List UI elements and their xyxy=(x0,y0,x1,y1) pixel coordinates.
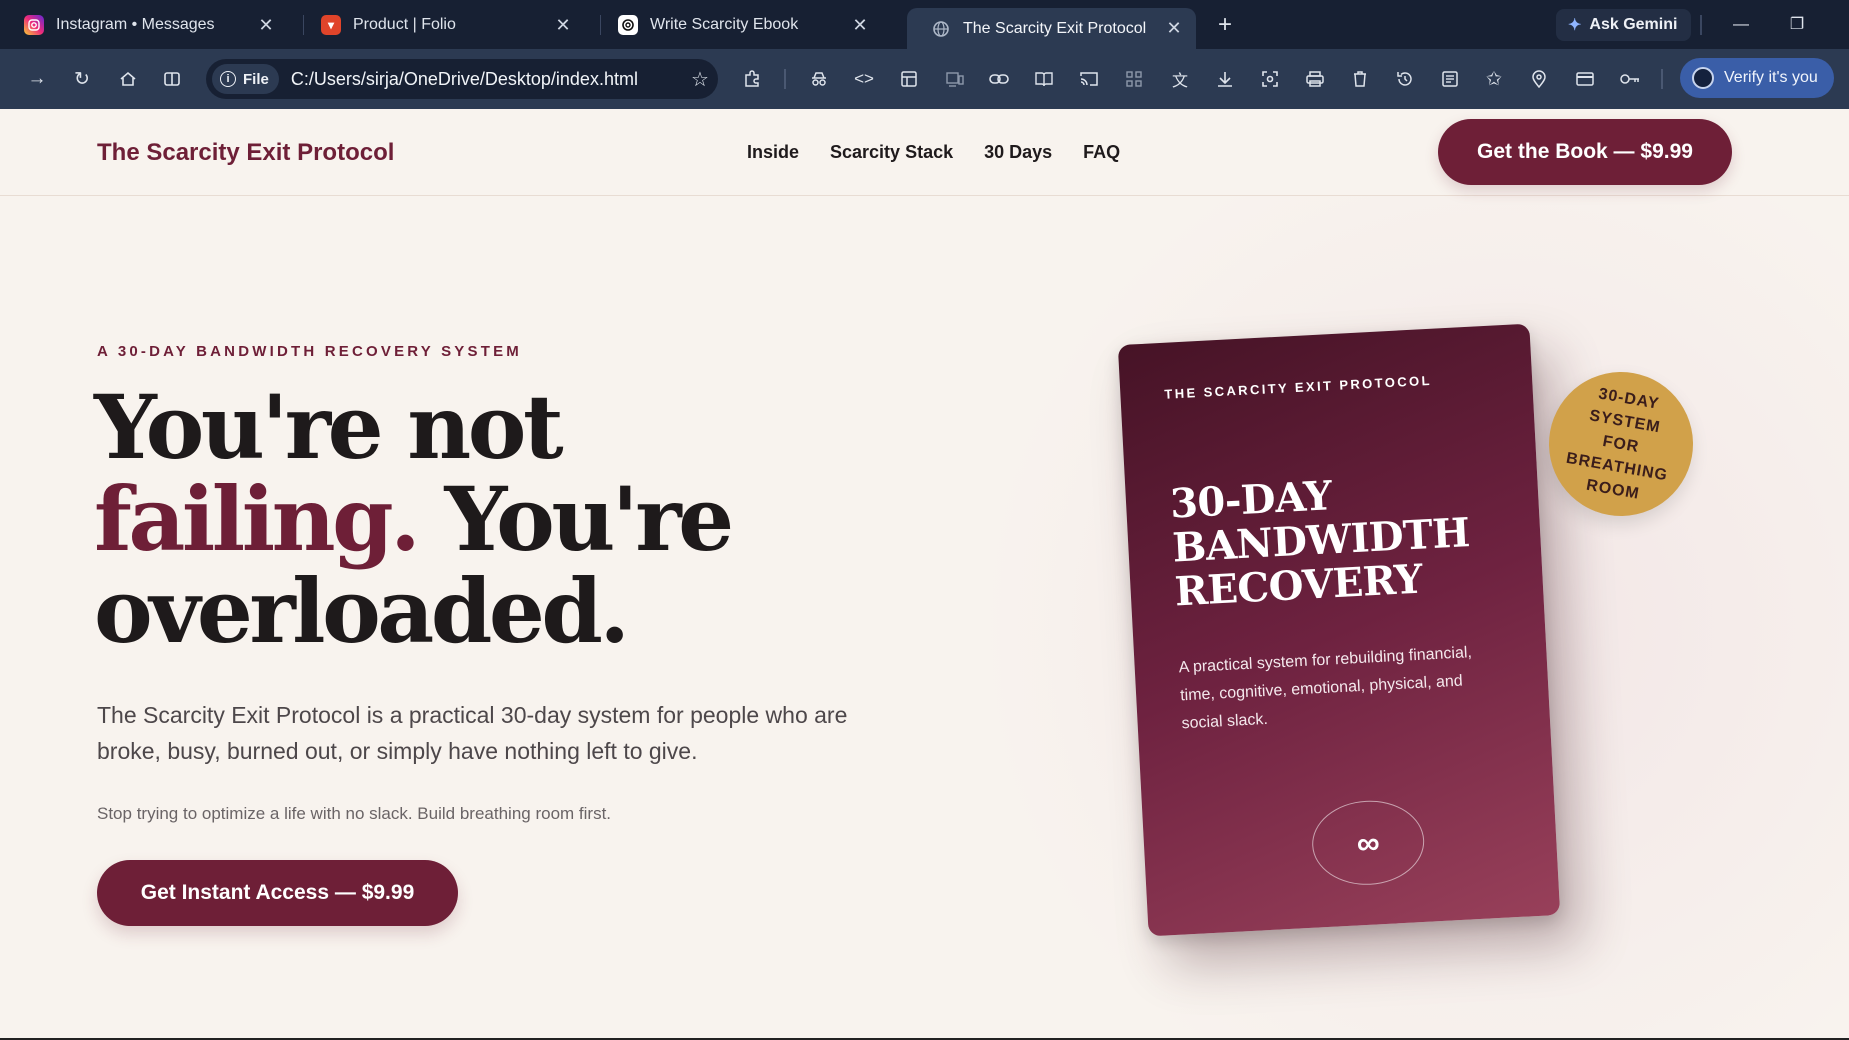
responsive-devices-icon[interactable] xyxy=(940,64,970,94)
translate-icon[interactable]: 文 xyxy=(1165,64,1195,94)
site-info-chip[interactable]: i File xyxy=(212,64,279,94)
close-icon[interactable]: ✕ xyxy=(1164,18,1184,39)
screenshot-icon[interactable] xyxy=(1255,64,1285,94)
get-the-book-button[interactable]: Get the Book — $9.99 xyxy=(1438,119,1732,185)
chatgpt-icon xyxy=(618,15,638,35)
location-pin-icon[interactable] xyxy=(1524,64,1554,94)
gemini-sparkle-icon: ✦ xyxy=(1568,17,1582,34)
profile-avatar xyxy=(1692,67,1714,89)
tab-instagram[interactable]: Instagram • Messages ✕ xyxy=(0,6,288,44)
payment-card-icon[interactable] xyxy=(1570,64,1600,94)
code-icon[interactable]: <> xyxy=(849,64,879,94)
site-brand[interactable]: The Scarcity Exit Protocol xyxy=(97,139,394,167)
headline-part: You're xyxy=(444,467,734,571)
address-bar[interactable]: i File C:/Users/sirja/OneDrive/Desktop/i… xyxy=(206,59,718,99)
extensions-icon[interactable] xyxy=(737,64,767,94)
tab-title: The Scarcity Exit Protocol xyxy=(963,19,1147,37)
book-title: 30-DAY BANDWIDTH RECOVERY xyxy=(1168,472,1471,616)
tab-title: Product | Folio xyxy=(353,16,456,33)
qr-code-icon[interactable] xyxy=(1119,64,1149,94)
verify-profile-button[interactable]: Verify it's you xyxy=(1680,58,1834,98)
bookmark-star-icon[interactable]: ☆ xyxy=(682,67,718,92)
home-icon[interactable] xyxy=(113,64,143,94)
reading-mode-icon[interactable] xyxy=(1029,64,1059,94)
table-icon[interactable] xyxy=(894,64,924,94)
hero-eyebrow: A 30-DAY BANDWIDTH RECOVERY SYSTEM xyxy=(97,343,522,360)
folio-icon: ▾ xyxy=(321,15,341,35)
forward-icon[interactable]: → xyxy=(22,64,52,94)
get-instant-access-button[interactable]: Get Instant Access — $9.99 xyxy=(97,860,458,926)
hero-subtext: Stop trying to optimize a life with no s… xyxy=(97,804,612,823)
browser-tab-bar: Instagram • Messages ✕ ▾ Product | Folio… xyxy=(0,0,1849,49)
tab-title: Instagram • Messages xyxy=(56,16,215,33)
reading-list-icon[interactable] xyxy=(1435,64,1465,94)
nav-link-30-days[interactable]: 30 Days xyxy=(984,142,1052,163)
book-series-label: THE SCARCITY EXIT PROTOCOL xyxy=(1164,372,1433,402)
site-header: The Scarcity Exit Protocol Inside Scarci… xyxy=(0,109,1849,196)
incognito-icon[interactable] xyxy=(804,64,834,94)
cast-icon[interactable] xyxy=(1074,64,1104,94)
headline-part: You're not xyxy=(94,375,564,479)
site-nav: Inside Scarcity Stack 30 Days FAQ xyxy=(747,142,1120,163)
favorites-icon[interactable]: ✩ xyxy=(1479,64,1509,94)
infinity-icon: ∞ xyxy=(1310,797,1427,888)
headline-part: overloaded. xyxy=(94,559,630,663)
hero-headline: You're not failing. You're overloaded. xyxy=(94,381,914,657)
hero-lead: The Scarcity Exit Protocol is a practica… xyxy=(97,702,848,764)
info-icon: i xyxy=(220,71,236,87)
site-info-label: File xyxy=(243,70,269,88)
password-key-icon[interactable] xyxy=(1615,64,1645,94)
ask-gemini-label: Ask Gemini xyxy=(1589,16,1678,33)
tab-folio[interactable]: ▾ Product | Folio ✕ xyxy=(297,6,585,44)
window-separator xyxy=(1700,15,1702,35)
globe-icon xyxy=(931,19,951,39)
toolbar-divider xyxy=(784,69,786,89)
nav-link-scarcity-stack[interactable]: Scarcity Stack xyxy=(830,142,953,163)
tab-title: Write Scarcity Ebook xyxy=(650,16,799,33)
link-icon[interactable] xyxy=(984,64,1014,94)
nav-link-faq[interactable]: FAQ xyxy=(1083,142,1120,163)
system-badge: 30-DAY SYSTEM FOR BREATHING ROOM xyxy=(1537,360,1705,528)
trash-icon[interactable] xyxy=(1345,64,1375,94)
ask-gemini-button[interactable]: ✦ Ask Gemini xyxy=(1556,9,1692,41)
minimize-icon[interactable]: — xyxy=(1726,10,1756,40)
headline-accent: failing. xyxy=(94,467,421,571)
reload-icon[interactable]: ↻ xyxy=(67,64,97,94)
history-icon[interactable] xyxy=(1390,64,1420,94)
nav-link-inside[interactable]: Inside xyxy=(747,142,799,163)
book-description: A practical system for rebuilding financ… xyxy=(1178,644,1473,733)
web-page: The Scarcity Exit Protocol Inside Scarci… xyxy=(0,109,1849,1040)
restore-window-icon[interactable]: ❐ xyxy=(1782,10,1812,40)
tab-scarcity-exit-protocol[interactable]: The Scarcity Exit Protocol ✕ xyxy=(907,8,1196,49)
new-tab-button[interactable]: + xyxy=(1210,10,1240,40)
print-icon[interactable] xyxy=(1300,64,1330,94)
split-screen-icon[interactable] xyxy=(157,64,187,94)
close-icon[interactable]: ✕ xyxy=(850,15,870,36)
browser-toolbar: → ↻ i File C:/Users/sirja/OneDrive/Deskt… xyxy=(0,49,1849,109)
close-icon[interactable]: ✕ xyxy=(553,15,573,36)
book-cover: THE SCARCITY EXIT PROTOCOL 30-DAY BANDWI… xyxy=(1117,323,1561,937)
badge-text: 30-DAY SYSTEM FOR BREATHING ROOM xyxy=(1564,384,1670,503)
download-icon[interactable] xyxy=(1210,64,1240,94)
toolbar-divider xyxy=(1661,69,1663,89)
tab-write-scarcity-ebook[interactable]: Write Scarcity Ebook ✕ xyxy=(594,6,882,44)
url-text[interactable]: C:/Users/sirja/OneDrive/Desktop/index.ht… xyxy=(291,69,682,90)
instagram-icon xyxy=(24,15,44,35)
verify-label: Verify it's you xyxy=(1724,69,1818,86)
close-icon[interactable]: ✕ xyxy=(256,15,276,36)
